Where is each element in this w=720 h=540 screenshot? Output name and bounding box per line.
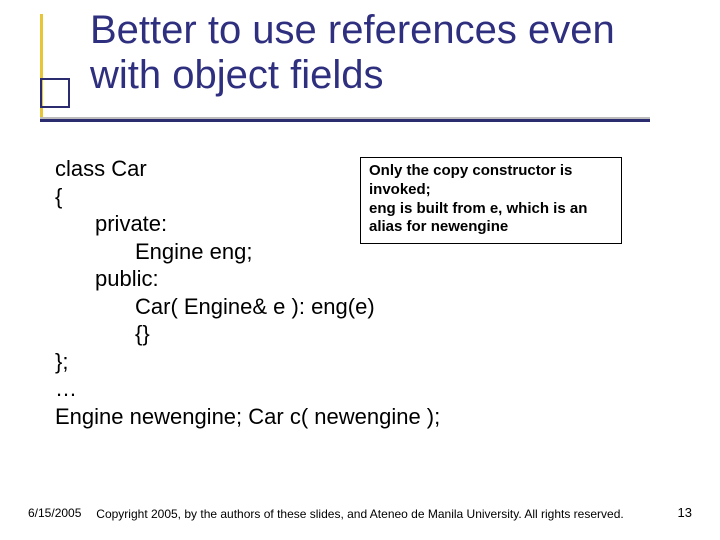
footer-copyright: Copyright 2005, by the authors of these … [0,507,720,522]
code-line: Car( Engine& e ): eng(e) [55,293,665,321]
code-line: public: [55,265,665,293]
callout-box: Only the copy constructor is invoked; en… [360,157,622,244]
title-area: Better to use references even with objec… [90,8,690,98]
title-underline-navy [40,119,650,122]
callout-line: Only the copy constructor is invoked; [369,162,613,200]
slide: Better to use references even with objec… [0,0,720,540]
code-line: {} [55,320,665,348]
code-line: }; [55,348,665,376]
accent-square [40,78,70,108]
footer-page-number: 13 [678,505,692,520]
slide-title: Better to use references even with objec… [90,8,690,98]
code-line: Engine newengine; Car c( newengine ); [55,403,665,431]
code-line: … [55,375,665,403]
callout-line: eng is built from e, which is an alias f… [369,200,613,238]
